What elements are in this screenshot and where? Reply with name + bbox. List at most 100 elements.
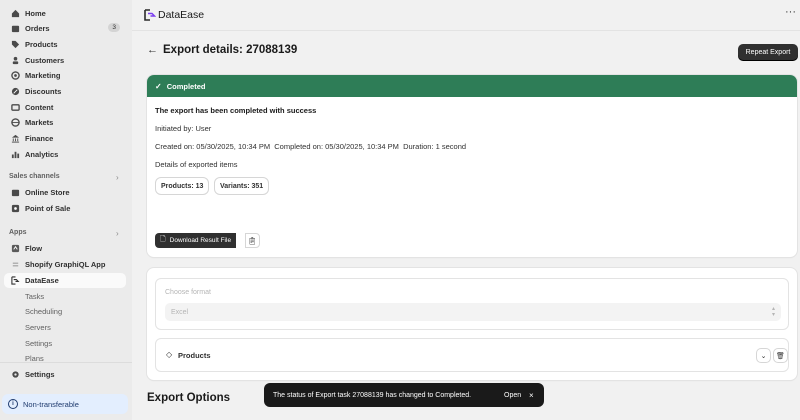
more-actions-icon[interactable]: ··· [785, 6, 796, 18]
info-icon: i [8, 399, 18, 409]
sidebar-item-label: DataEase [25, 276, 59, 285]
sidebar-item-label: Content [25, 103, 54, 112]
page-title: Export details: 27088139 [163, 44, 298, 56]
app-name: DataEase [158, 9, 205, 21]
chevron-down-icon: ⌄ [760, 352, 767, 360]
export-options-card: Choose format Excel ▴ ▾ ◇ Products ⌄ 🗑︎ [147, 268, 797, 380]
sidebar-item-home[interactable]: Home [4, 6, 126, 21]
dataease-logo-icon [144, 9, 156, 21]
sidebar-item-label: Markets [25, 118, 54, 127]
trash-icon: 🗑︎ [776, 352, 785, 360]
pos-icon [10, 204, 20, 214]
sidebar-subitem-settings[interactable]: Settings [25, 336, 52, 350]
completed-banner: ✓ Completed [147, 75, 797, 97]
bank-icon [10, 134, 20, 144]
checkmark-icon: ✓ [155, 81, 162, 91]
status-toast: The status of Export task 27088139 has c… [264, 383, 544, 407]
sidebar-item-settings[interactable]: Settings [4, 367, 126, 382]
export-options-heading: Export Options [147, 392, 231, 404]
store-icon [10, 188, 20, 198]
banner-label: Completed [166, 81, 206, 91]
toast-message: The status of Export task 27088139 has c… [273, 391, 472, 399]
sidebar-item-online-store[interactable]: Online Store [4, 185, 126, 200]
gear-icon [10, 370, 20, 380]
apps-heading: Apps [9, 229, 27, 236]
sidebar-subitem-scheduling[interactable]: Scheduling [25, 304, 62, 318]
sidebar-item-analytics[interactable]: Analytics [4, 147, 126, 162]
sidebar-item-label: Products [25, 40, 58, 49]
sidebar-item-orders[interactable]: Orders 3 [4, 21, 126, 36]
home-icon [10, 9, 20, 19]
orders-count-badge: 3 [108, 23, 120, 32]
sidebar-item-label: Orders [25, 24, 50, 33]
app-header: DataEase ··· [132, 0, 800, 31]
expand-button[interactable]: ⌄ [756, 348, 771, 363]
sidebar-item-label: Customers [25, 56, 65, 65]
target-icon [10, 71, 20, 81]
non-transferable-banner[interactable]: i Non-transferable [2, 394, 128, 414]
tag-icon [10, 40, 20, 50]
sidebar-item-discounts[interactable]: Discounts [4, 84, 126, 99]
toast-open-link[interactable]: Open [504, 392, 521, 399]
sidebar-item-finance[interactable]: Finance [4, 131, 126, 146]
format-label: Choose format [165, 289, 211, 296]
sidebar-subitem-servers[interactable]: Servers [25, 320, 51, 334]
sidebar-item-graphiql[interactable]: Shopify GraphiQL App [4, 257, 126, 272]
back-arrow-icon[interactable]: ← [147, 44, 158, 56]
sidebar-subitem-tasks[interactable]: Tasks [25, 289, 44, 303]
sidebar-item-label: Shopify GraphiQL App [25, 260, 106, 269]
chevron-right-icon[interactable]: › [116, 173, 124, 182]
delete-button[interactable]: 🗑︎ [773, 348, 788, 363]
initiated-by: Initiated by: User [155, 124, 212, 133]
graphiql-icon [10, 260, 20, 270]
sidebar-item-dataease[interactable]: DataEase [4, 273, 126, 288]
download-result-button[interactable]: 🗋 Download Result File [155, 233, 237, 248]
sidebar-item-label: Analytics [25, 150, 59, 159]
flow-icon [10, 244, 20, 254]
copy-button[interactable]: 📋︎ [245, 233, 260, 248]
sidebar-item-label: Point of Sale [25, 204, 71, 213]
sidebar-item-label: Online Store [25, 188, 70, 197]
sidebar-item-label: Flow [25, 244, 43, 253]
sidebar-item-marketing[interactable]: Marketing [4, 68, 126, 83]
orders-icon [10, 24, 20, 34]
person-icon [10, 56, 20, 66]
sidebar: Home Orders 3 Products Customers Marketi… [0, 0, 132, 420]
chart-icon [10, 150, 20, 160]
sidebar-item-label: Home [25, 9, 46, 18]
products-count-pill: Products: 13 [155, 177, 210, 195]
tag-icon: ◇ [166, 350, 173, 359]
products-section-label: Products [178, 351, 211, 360]
sidebar-item-customers[interactable]: Customers [4, 53, 126, 68]
products-section[interactable]: ◇ Products ⌄ 🗑︎ [155, 338, 789, 372]
sidebar-divider [0, 362, 132, 363]
sidebar-item-label: Discounts [25, 87, 62, 96]
clipboard-icon: 📋︎ [248, 237, 257, 245]
non-transferable-label: Non-transferable [23, 399, 79, 409]
sidebar-item-products[interactable]: Products [4, 37, 126, 52]
sales-channels-heading: Sales channels [9, 173, 60, 180]
sidebar-item-label: Marketing [25, 71, 61, 80]
download-label: Download Result File [169, 237, 232, 244]
file-icon: 🗋 [160, 236, 166, 243]
globe-icon [10, 118, 20, 128]
format-value: Excel [171, 308, 189, 316]
sidebar-item-flow[interactable]: Flow [4, 241, 126, 256]
discount-icon [10, 87, 20, 97]
sidebar-item-markets[interactable]: Markets [4, 115, 126, 130]
chevron-right-icon[interactable]: › [116, 229, 124, 238]
variants-count-pill: Variants: 351 [214, 177, 270, 195]
close-icon[interactable]: × [529, 391, 534, 400]
repeat-export-button[interactable]: Repeat Export [738, 44, 798, 60]
content-icon [10, 103, 20, 113]
sidebar-item-label: Finance [25, 134, 54, 143]
status-heading: The export has been completed with succe… [155, 106, 317, 115]
select-chevrons-icon: ▴ ▾ [771, 306, 775, 318]
format-section: Choose format Excel ▴ ▾ [155, 278, 789, 330]
format-select[interactable]: Excel ▴ ▾ [165, 303, 781, 321]
export-status-card: ✓ Completed The export has been complete… [147, 75, 797, 257]
sidebar-item-label: Settings [25, 370, 55, 379]
details-label: Details of exported items [155, 160, 238, 169]
sidebar-item-content[interactable]: Content [4, 100, 126, 115]
sidebar-item-point-of-sale[interactable]: Point of Sale [4, 201, 126, 216]
